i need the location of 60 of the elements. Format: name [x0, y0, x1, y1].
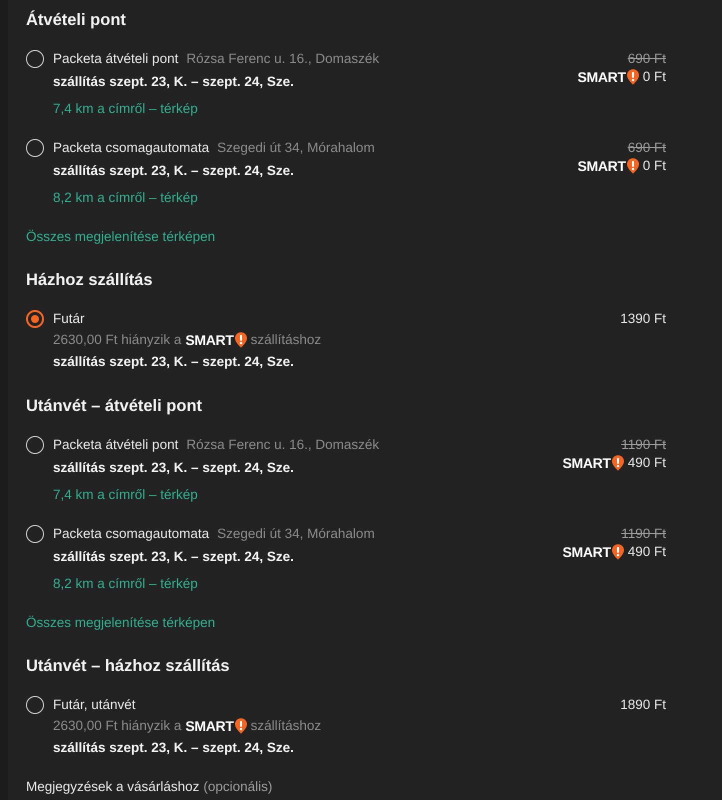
missing-amount-text: 2630,00 Ft hiányzik a	[53, 717, 182, 735]
delivery-date: szállítás szept. 23, K. – szept. 24, Sze.	[53, 459, 295, 477]
warning-pin-icon	[612, 455, 624, 471]
comment-label: Megjegyzések a vásárláshoz	[26, 779, 200, 794]
note-text: szállításhoz	[250, 331, 322, 349]
delivery-date: szállítás szept. 23, K. – szept. 24, Sze.	[53, 548, 295, 566]
logo-text: SMART	[185, 717, 234, 736]
logo-text: SMART	[185, 331, 234, 350]
section-title: Átvételi pont	[26, 9, 127, 31]
address-text: Rózsa Ferenc u. 16., Domaszék	[186, 51, 380, 66]
radio-button[interactable]	[26, 310, 44, 328]
delivery-date: szállítás szept. 23, K. – szept. 24, Sze.	[53, 162, 295, 180]
warning-pin-icon	[234, 332, 247, 348]
option-name: Futár, utánvét	[53, 697, 136, 712]
option-name: Packeta átvételi pont	[53, 437, 178, 452]
option-name: Packeta csomagautomata	[53, 526, 210, 541]
address-text: Rózsa Ferenc u. 16., Domaszék	[186, 437, 380, 452]
logo-text: SMART	[577, 157, 626, 175]
price: 1890 Ft	[620, 696, 666, 714]
section-title: Házhoz szállítás	[26, 270, 154, 291]
map-link[interactable]: Összes megjelenítése térképen	[26, 226, 666, 248]
warning-pin-icon	[612, 544, 624, 560]
old-price: 690 Ft	[628, 139, 666, 157]
address-text: Szegedi út 34, Mórahalom	[217, 140, 375, 155]
delivery-date: szállítás szept. 23, K. – szept. 24, Sze.	[53, 739, 295, 757]
logo-text: SMART	[562, 543, 611, 561]
address-text: Szegedi út 34, Mórahalom	[217, 526, 375, 541]
radio-button[interactable]	[26, 436, 44, 454]
radio-button[interactable]	[26, 139, 44, 157]
option-name: Packeta csomagautomata	[53, 140, 210, 155]
logo-text: SMART	[562, 454, 611, 472]
old-price: 1190 Ft	[621, 525, 666, 543]
warning-pin-icon	[626, 69, 639, 85]
option-name: Packeta átvételi pont	[53, 51, 178, 66]
map-link[interactable]: 8,2 km a címről – térkép	[53, 186, 578, 210]
price: 0 Ft	[642, 157, 666, 175]
price: 0 Ft	[642, 68, 666, 86]
warning-pin-icon	[626, 158, 639, 174]
price: 1390 Ft	[620, 310, 666, 328]
map-link[interactable]: 7,4 km a címről – térkép	[53, 97, 578, 121]
map-link[interactable]: 7,4 km a címről – térkép	[53, 483, 562, 507]
radio-button[interactable]	[26, 696, 44, 714]
section-title: Utánvét – házhoz szállítás	[26, 656, 231, 677]
section-title: Utánvét – átvételi pont	[26, 396, 204, 417]
price: 490 Ft	[628, 454, 666, 472]
delivery-date: szállítás szept. 23, K. – szept. 24, Sze.	[53, 353, 295, 371]
radio-button[interactable]	[26, 50, 44, 68]
optional-hint: (opcionális)	[203, 779, 272, 794]
delivery-date: szállítás szept. 23, K. – szept. 24, Sze.	[53, 73, 295, 91]
price: 490 Ft	[628, 543, 666, 561]
option-name: Futár	[53, 311, 85, 326]
old-price: 690 Ft	[628, 50, 666, 68]
radio-button[interactable]	[26, 525, 44, 543]
note-text: szállításhoz	[250, 717, 322, 735]
old-price: 1190 Ft	[621, 436, 666, 454]
logo-text: SMART	[577, 68, 626, 86]
warning-pin-icon	[234, 718, 247, 734]
map-link[interactable]: 8,2 km a címről – térkép	[53, 572, 562, 596]
map-link[interactable]: Összes megjelenítése térképen	[26, 612, 666, 634]
missing-amount-text: 2630,00 Ft hiányzik a	[53, 331, 182, 349]
